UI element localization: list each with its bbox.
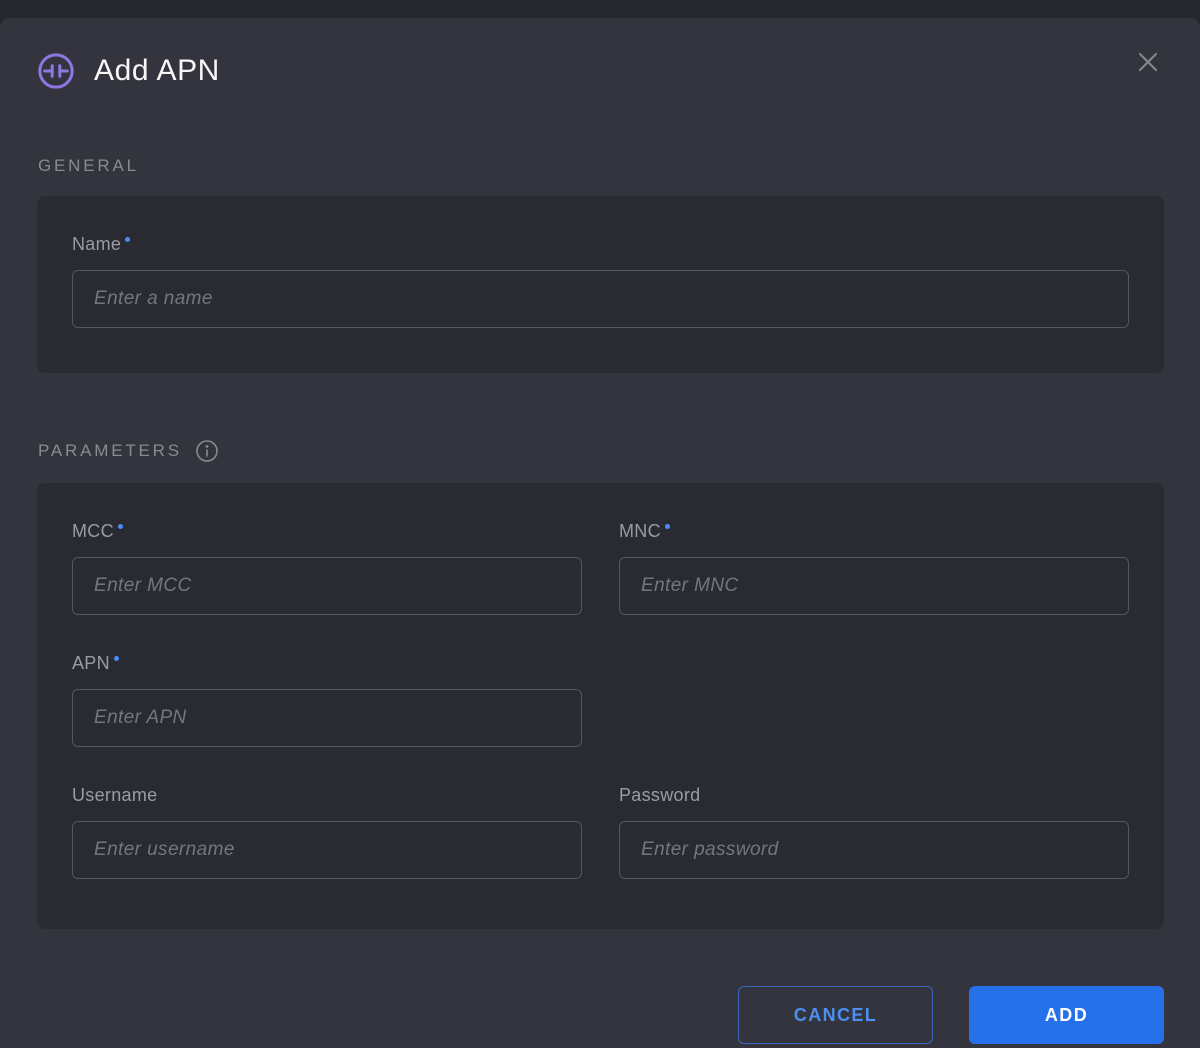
required-dot	[114, 656, 119, 661]
password-field: Password	[619, 785, 1129, 879]
general-card: Name	[37, 196, 1164, 373]
required-dot	[665, 524, 670, 529]
username-field: Username	[72, 785, 582, 879]
modal-title: Add APN	[94, 54, 220, 88]
required-dot	[125, 237, 130, 242]
name-label: Name	[72, 234, 1129, 254]
password-input[interactable]	[619, 821, 1129, 879]
close-button[interactable]	[1128, 42, 1168, 82]
general-section-heading: GENERAL	[38, 156, 1164, 176]
username-label: Username	[72, 785, 582, 805]
apn-input[interactable]	[72, 689, 582, 747]
general-heading-label: GENERAL	[38, 156, 139, 176]
parameters-section-heading: PARAMETERS	[38, 439, 1164, 463]
add-button[interactable]: ADD	[969, 986, 1164, 1044]
mcc-field: MCC	[72, 521, 582, 615]
mnc-label: MNC	[619, 521, 1129, 541]
grid-spacer	[619, 653, 1129, 747]
parameters-heading-label: PARAMETERS	[38, 441, 182, 461]
modal-footer: CANCEL ADD	[37, 986, 1164, 1044]
name-field: Name	[72, 234, 1129, 328]
apn-connector-icon	[37, 52, 75, 90]
mnc-input[interactable]	[619, 557, 1129, 615]
mnc-field: MNC	[619, 521, 1129, 615]
username-input[interactable]	[72, 821, 582, 879]
password-label: Password	[619, 785, 1129, 805]
add-apn-modal: Add APN GENERAL Name PARAMETERS	[0, 18, 1200, 1048]
parameters-grid: MCC MNC APN	[72, 521, 1129, 879]
parameters-card: MCC MNC APN	[37, 483, 1164, 929]
apn-field: APN	[72, 653, 582, 747]
info-icon[interactable]	[195, 439, 219, 463]
name-input[interactable]	[72, 270, 1129, 328]
apn-label: APN	[72, 653, 582, 673]
required-dot	[118, 524, 123, 529]
modal-header: Add APN	[37, 52, 1164, 90]
mcc-input[interactable]	[72, 557, 582, 615]
mcc-label: MCC	[72, 521, 582, 541]
cancel-button[interactable]: CANCEL	[738, 986, 933, 1044]
close-icon	[1132, 66, 1164, 81]
